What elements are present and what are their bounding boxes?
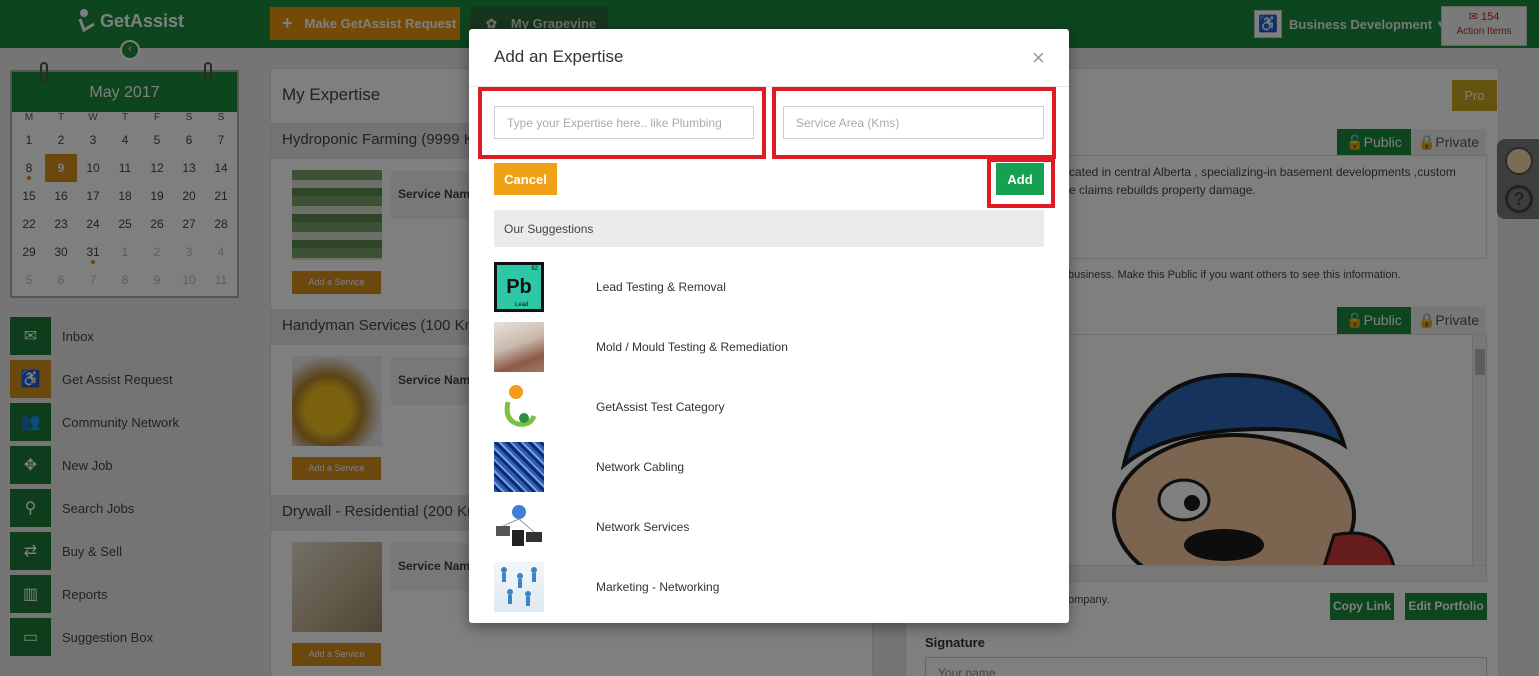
suggestion-thumbnail (494, 382, 544, 432)
network-devices-icon (496, 505, 542, 546)
suggestion-label: Mold / Mould Testing & Remediation (596, 340, 788, 354)
modal-header: Add an Expertise × (469, 29, 1069, 87)
suggestion-label: Network Services (596, 520, 690, 534)
getassist-logo-icon (504, 385, 537, 427)
add-expertise-modal: Add an Expertise × Cancel Add Our Sugges… (469, 29, 1069, 623)
suggestion-item[interactable]: Pb 82 Lead Lead Testing & Removal (494, 257, 1044, 317)
service-area-input[interactable] (783, 106, 1044, 139)
suggestion-item[interactable]: Network Services (494, 497, 1044, 557)
suggestion-thumbnail (494, 502, 544, 552)
suggestion-item[interactable]: Marketing - Networking (494, 557, 1044, 617)
suggestions-heading: Our Suggestions (494, 210, 1044, 247)
suggestion-item[interactable]: Network Cabling (494, 437, 1044, 497)
pb-name: Lead (515, 302, 529, 308)
cancel-button[interactable]: Cancel (494, 163, 557, 195)
modal-title: Add an Expertise (494, 47, 624, 66)
suggestion-item[interactable]: Mold / Mould Testing & Remediation (494, 317, 1044, 377)
suggestion-thumbnail (494, 562, 544, 612)
suggestion-item[interactable]: GetAssist Test Category (494, 377, 1044, 437)
suggestion-label: GetAssist Test Category (596, 400, 725, 414)
suggestion-label: Lead Testing & Removal (596, 280, 726, 294)
expertise-input[interactable] (494, 106, 754, 139)
pb-symbol: Pb (506, 275, 532, 298)
suggestion-thumbnail: Pb 82 Lead (494, 262, 544, 312)
add-button[interactable]: Add (996, 163, 1044, 195)
suggestion-thumbnail (494, 442, 544, 492)
close-icon[interactable]: × (1032, 47, 1045, 69)
pb-number: 82 (531, 266, 538, 272)
suggestion-thumbnail (494, 322, 544, 372)
suggestion-label: Marketing - Networking (596, 580, 720, 594)
people-network-icon (501, 567, 537, 606)
suggestions-list: Pb 82 Lead Lead Testing & Removal Mold / Mou… (494, 257, 1044, 617)
suggestion-label: Network Cabling (596, 460, 685, 474)
